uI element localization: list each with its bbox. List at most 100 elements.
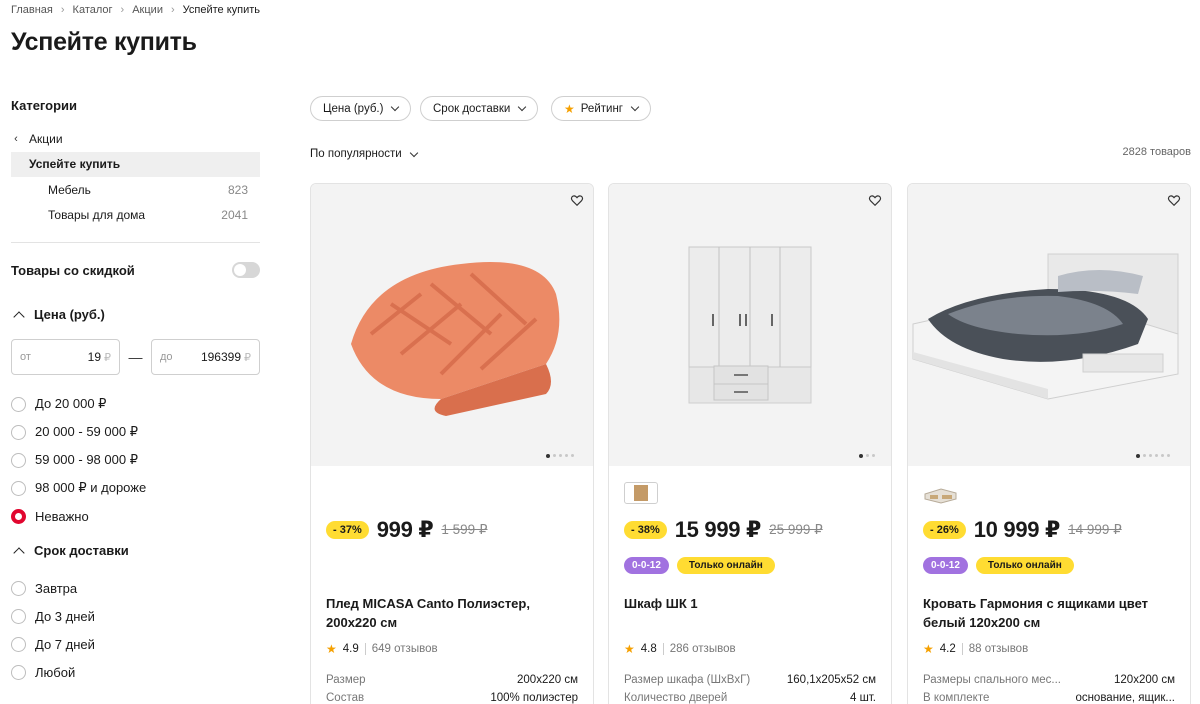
discount-label: Товары со скидкой xyxy=(11,262,135,278)
product-tags: 0-0-12 Только онлайн xyxy=(923,557,1074,574)
price-option[interactable]: 98 000 ₽ и дороже xyxy=(11,480,146,496)
chevron-right-icon: › xyxy=(60,4,65,16)
reviews-link[interactable]: 286 отзывов xyxy=(670,643,736,655)
spec-row: Состав 100% полиэстер xyxy=(326,692,578,704)
rating-value: 4.9 xyxy=(342,643,359,655)
radio-button[interactable] xyxy=(11,636,26,652)
filter-delivery-button[interactable]: Срок доставки xyxy=(420,96,539,121)
subcategory-home-goods[interactable]: Товары для дома 2041 xyxy=(48,207,248,223)
price-from-prefix: от xyxy=(20,351,31,363)
reviews-link[interactable]: 88 отзывов xyxy=(969,643,1028,655)
subcategory-count: 823 xyxy=(227,183,248,197)
color-swatch[interactable] xyxy=(624,482,658,504)
spec-key: Размер xyxy=(326,674,366,686)
star-icon: ★ xyxy=(326,642,337,656)
delivery-option[interactable]: До 7 дней xyxy=(11,636,95,652)
breadcrumb-promos[interactable]: Акции xyxy=(132,4,163,16)
product-name[interactable]: Кровать Гармония с ящиками цвет белый 12… xyxy=(923,594,1173,632)
product-count: 2828 товаров xyxy=(1122,146,1191,158)
product-card[interactable]: - 26% 10 999 ₽ 14 999 ₽ 0-0-12 Только он… xyxy=(907,183,1191,704)
heart-icon[interactable] xyxy=(868,193,882,207)
spec-row: Размер 200х220 см xyxy=(326,674,578,686)
price-option[interactable]: 20 000 - 59 000 ₽ xyxy=(11,424,138,440)
delivery-option[interactable]: До 3 дней xyxy=(11,608,95,624)
price-section-header[interactable]: Цена (руб.) xyxy=(11,307,105,323)
sort-dropdown[interactable]: По популярности xyxy=(310,148,418,160)
radio-button[interactable] xyxy=(11,664,26,680)
category-current[interactable]: Успейте купить xyxy=(11,152,260,177)
radio-button[interactable] xyxy=(11,580,26,596)
product-name[interactable]: Шкаф ШК 1 xyxy=(624,594,874,613)
currency-label: ₽ xyxy=(244,352,251,364)
price-option[interactable]: До 20 000 ₽ xyxy=(11,396,106,412)
star-icon: ★ xyxy=(624,642,635,656)
divider xyxy=(11,242,260,243)
sidebar: Категории ‹ Акции Успейте купить Мебель … xyxy=(11,96,260,704)
heart-icon[interactable] xyxy=(570,193,584,207)
spec-value: 100% полиэстер xyxy=(490,692,578,704)
sort-label: По популярности xyxy=(310,148,402,160)
radio-button[interactable] xyxy=(11,608,26,624)
wardrobe-image xyxy=(688,246,812,404)
product-image[interactable] xyxy=(609,184,891,466)
subcategory-furniture[interactable]: Мебель 823 xyxy=(48,182,248,198)
product-card[interactable]: - 38% 15 999 ₽ 25 999 ₽ 0-0-12 Только он… xyxy=(608,183,892,704)
radio-button[interactable] xyxy=(11,480,26,496)
delivery-option-label: Завтра xyxy=(35,580,78,596)
delivery-section-header[interactable]: Срок доставки xyxy=(11,543,129,559)
product-name[interactable]: Плед MICASA Canto Полиэстер, 200х220 см xyxy=(326,594,576,632)
current-price: 999 ₽ xyxy=(376,517,434,542)
spec-key: Состав xyxy=(326,692,365,704)
radio-button[interactable] xyxy=(11,396,26,412)
color-swatch[interactable] xyxy=(923,482,957,504)
current-price: 10 999 ₽ xyxy=(973,517,1061,542)
spec-value: 4 шт. xyxy=(849,692,876,704)
old-price: 25 999 ₽ xyxy=(769,522,823,537)
page-title: Успейте купить xyxy=(11,28,197,56)
price-to-value: 196399 xyxy=(200,350,241,364)
filter-rating-button[interactable]: ★ Рейтинг xyxy=(551,96,651,121)
chevron-down-icon xyxy=(630,102,640,112)
spec-key: Количество дверей xyxy=(624,692,728,704)
price-option-label: 20 000 - 59 000 ₽ xyxy=(35,424,138,439)
category-back-link[interactable]: ‹ Акции xyxy=(11,131,63,147)
radio-button[interactable] xyxy=(11,452,26,468)
delivery-option[interactable]: Любой xyxy=(11,664,75,680)
delivery-option-label: До 3 дней xyxy=(35,608,95,624)
currency-label: ₽ xyxy=(104,352,111,364)
spec-value: 200х220 см xyxy=(517,674,578,686)
price-option[interactable]: 59 000 - 98 000 ₽ xyxy=(11,452,138,468)
price-option-label: Неважно xyxy=(35,508,89,524)
product-image[interactable] xyxy=(311,184,593,466)
price-range: от 19 ₽ — до 196399 ₽ xyxy=(11,339,260,375)
price-from-input[interactable]: от 19 ₽ xyxy=(11,339,120,375)
image-pagination xyxy=(1136,454,1170,458)
radio-button-checked[interactable] xyxy=(11,508,26,524)
reviews-link[interactable]: 649 отзывов xyxy=(372,643,438,655)
spec-key: Размеры спального мес... xyxy=(923,674,1061,686)
spec-row: Размер шкафа (ШхВхГ) 160,1х205х52 см xyxy=(624,674,876,686)
price-option-label: До 20 000 ₽ xyxy=(35,396,107,411)
price-to-input[interactable]: до 196399 ₽ xyxy=(151,339,260,375)
price-option-selected[interactable]: Неважно xyxy=(11,508,89,524)
spec-row: Количество дверей 4 шт. xyxy=(624,692,876,704)
heart-icon[interactable] xyxy=(1167,193,1181,207)
product-card[interactable]: - 37% 999 ₽ 1 599 ₽ Плед MICASA Canto По… xyxy=(310,183,594,704)
discount-toggle[interactable] xyxy=(232,262,260,278)
filter-price-button[interactable]: Цена (руб.) xyxy=(310,96,412,121)
radio-button[interactable] xyxy=(11,424,26,440)
current-price: 15 999 ₽ xyxy=(674,517,762,542)
divider xyxy=(961,643,963,655)
range-dash: — xyxy=(128,349,143,365)
star-icon: ★ xyxy=(923,642,934,656)
breadcrumb-catalog[interactable]: Каталог xyxy=(73,4,113,16)
product-image[interactable] xyxy=(908,184,1190,466)
category-back-label: Акции xyxy=(29,132,63,146)
breadcrumb-home[interactable]: Главная xyxy=(11,4,53,16)
blanket-image xyxy=(351,262,560,416)
delivery-option-label: До 7 дней xyxy=(35,636,95,652)
spec-row: В комплекте основание, ящик... xyxy=(923,692,1175,704)
online-only-tag: Только онлайн xyxy=(676,557,775,574)
discount-filter: Товары со скидкой xyxy=(11,262,260,278)
delivery-option[interactable]: Завтра xyxy=(11,580,77,596)
